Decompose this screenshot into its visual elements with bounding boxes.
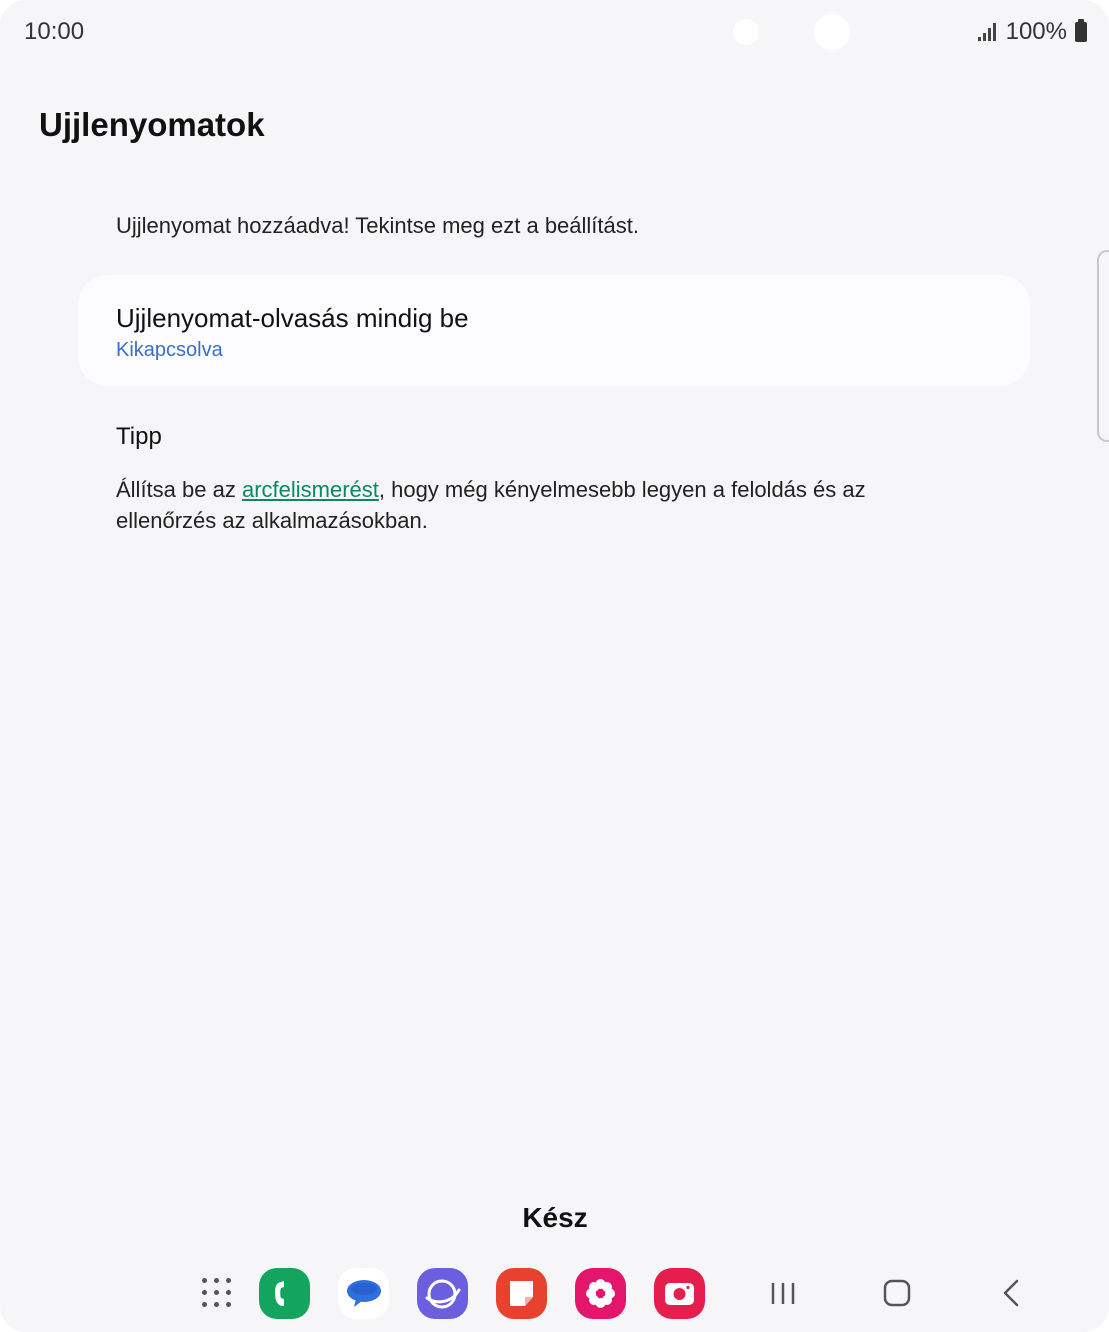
tip-text-before: Állítsa be az <box>116 477 242 502</box>
face-recognition-link[interactable]: arcfelismerést <box>242 477 379 502</box>
internet-icon[interactable] <box>417 1268 468 1319</box>
apps-grid-icon[interactable] <box>202 1278 232 1308</box>
done-button[interactable]: Kész <box>504 1198 606 1238</box>
tip-heading: Tipp <box>116 423 162 450</box>
camera-icon[interactable] <box>654 1268 705 1319</box>
recents-icon[interactable] <box>766 1276 800 1310</box>
info-message: Ujjlenyomat hozzáadva! Tekintse meg ezt … <box>116 213 639 238</box>
page-title: Ujjlenyomatok <box>39 106 265 143</box>
camera-cutout <box>733 19 759 45</box>
screen: 10:00 100% Ujjlenyomatok Ujjlenyomat hoz… <box>0 0 1109 1332</box>
notes-icon[interactable] <box>496 1268 547 1319</box>
messages-icon[interactable] <box>338 1268 389 1319</box>
back-icon[interactable] <box>995 1276 1029 1310</box>
signal-icon <box>977 23 996 41</box>
setting-status: Kikapcsolva <box>116 339 223 361</box>
setting-always-on-fingerprint[interactable]: Ujjlenyomat-olvasás mindig be Kikapcsolv… <box>78 275 1030 386</box>
edge-panel-handle[interactable] <box>1097 250 1109 442</box>
status-indicators: 100% <box>977 18 1087 46</box>
battery-level: 100% <box>1005 18 1067 45</box>
setting-title: Ujjlenyomat-olvasás mindig be <box>116 303 469 333</box>
home-icon[interactable] <box>880 1276 914 1310</box>
gallery-icon[interactable] <box>575 1268 626 1319</box>
tip-body: Állítsa be az arcfelismerést, hogy még k… <box>116 474 936 536</box>
status-time: 10:00 <box>24 18 85 45</box>
phone-icon[interactable] <box>259 1268 310 1319</box>
battery-icon <box>1075 19 1087 42</box>
camera-cutout <box>814 14 850 50</box>
